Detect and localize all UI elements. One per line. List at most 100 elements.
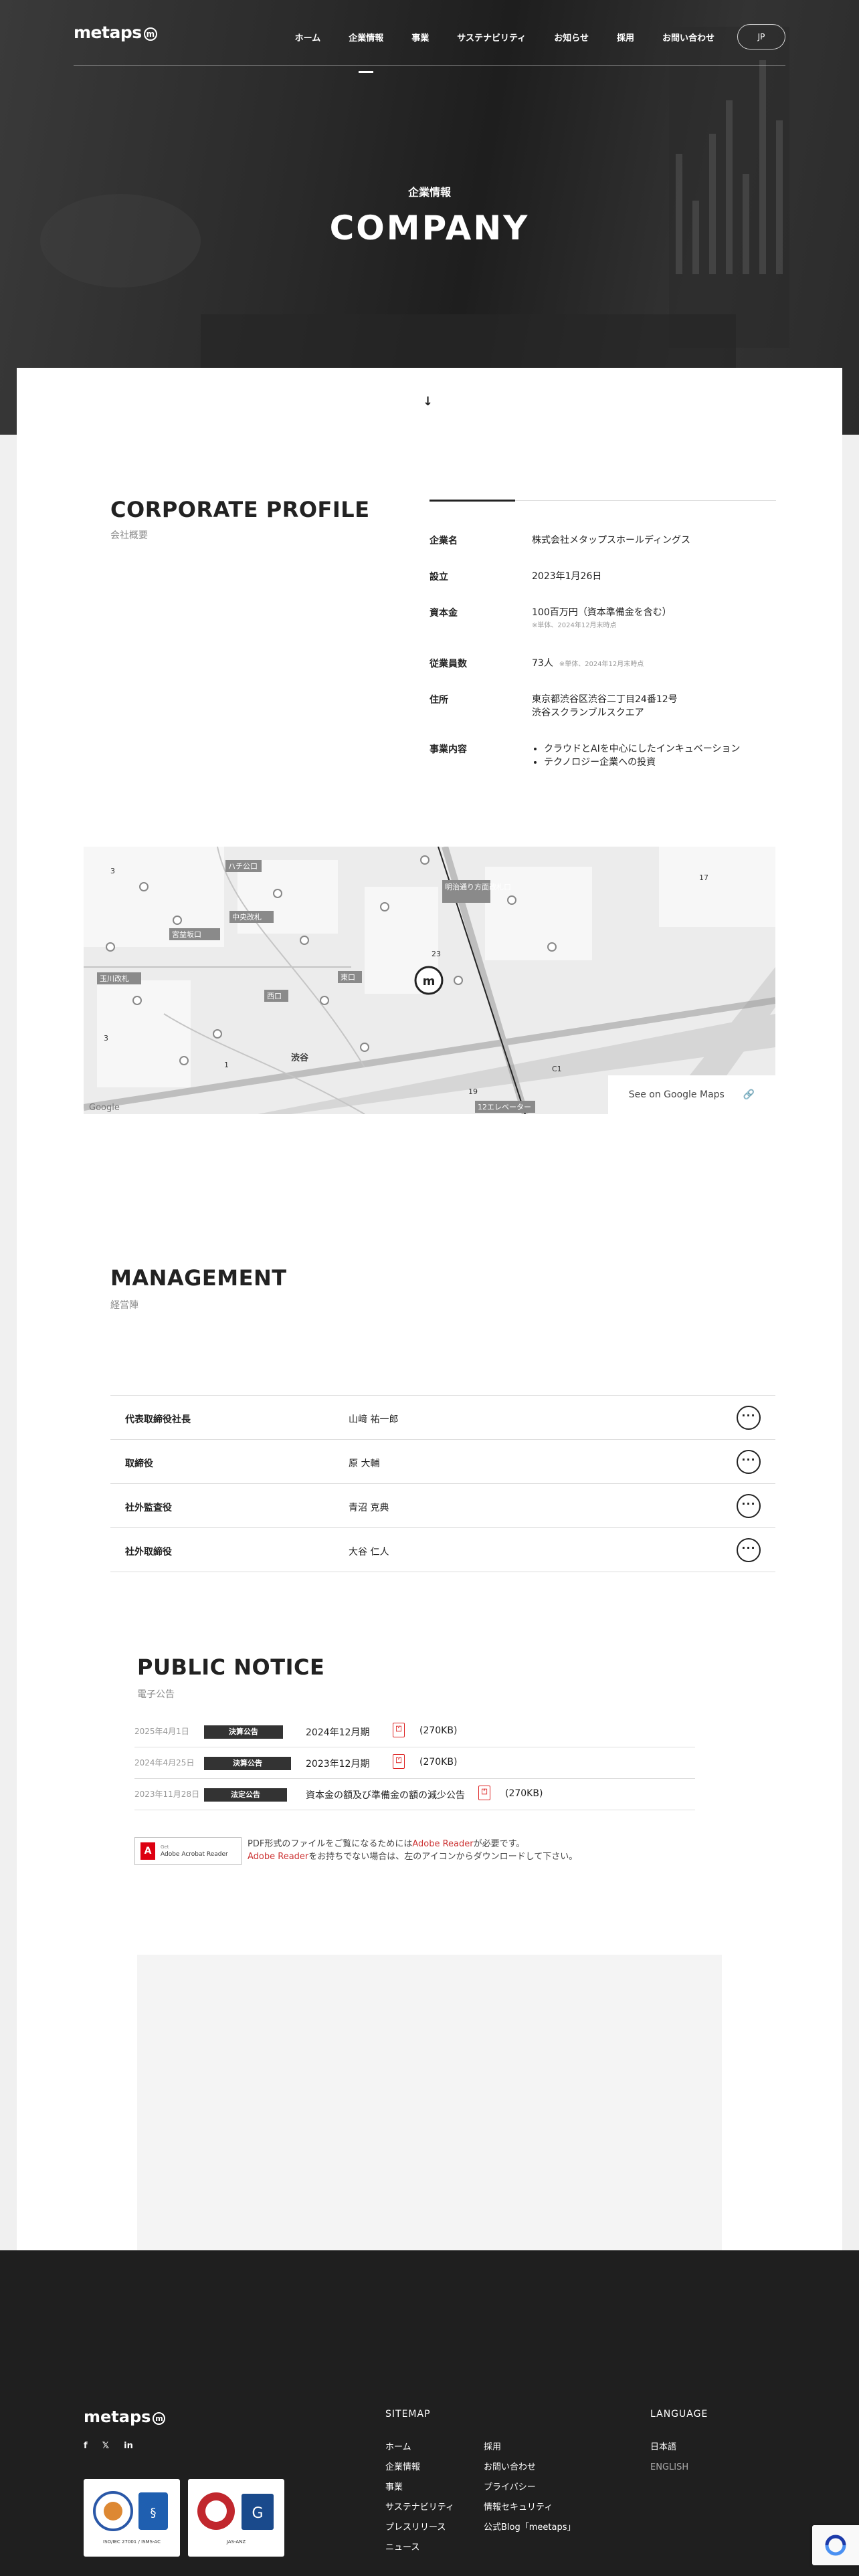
language-japanese[interactable]: 日本語 bbox=[650, 2438, 688, 2458]
hero-subtitle: 企業情報 bbox=[407, 186, 451, 199]
management-row[interactable]: 取締役 原 大輔 ··· bbox=[110, 1440, 775, 1484]
member-role: 代表取締役社長 bbox=[125, 1414, 191, 1425]
profile-title: CORPORATE PROFILE bbox=[110, 497, 370, 522]
footer-link[interactable]: 企業情報 bbox=[385, 2458, 454, 2478]
content-placeholder bbox=[137, 1955, 722, 2262]
see-on-google-maps-button[interactable]: See on Google Maps 🔗 bbox=[608, 1075, 775, 1114]
notice-row[interactable]: 2023年11月28日 法定公告 資本金の額及び準備金の額の減少公告 ⏍ (27… bbox=[134, 1779, 695, 1810]
language-list: 日本語 ENGLISH bbox=[650, 2438, 688, 2478]
svg-text:3: 3 bbox=[110, 867, 115, 875]
member-name: 青沼 克典 bbox=[349, 1503, 389, 1513]
member-role: 取締役 bbox=[125, 1459, 153, 1469]
footer-link[interactable]: 事業 bbox=[385, 2478, 454, 2498]
footer-link[interactable]: お問い合わせ bbox=[484, 2458, 575, 2478]
footer-link[interactable]: 公式Blog「meetaps」 bbox=[484, 2518, 575, 2538]
adobe-reader-link[interactable]: Adobe Reader bbox=[412, 1839, 473, 1849]
google-logo: Google bbox=[89, 1103, 120, 1113]
facebook-icon[interactable]: f bbox=[84, 2441, 88, 2451]
management-subtitle: 経営陣 bbox=[110, 1300, 138, 1311]
nav-links: ホーム 企業情報 事業 サステナビリティ お知らせ 採用 お問い合わせ JP bbox=[267, 24, 785, 49]
more-icon[interactable]: ··· bbox=[737, 1494, 761, 1518]
map-label: 12エレベーター bbox=[478, 1103, 531, 1111]
pdf-icon: ⏍ bbox=[478, 1786, 490, 1800]
footer-logo[interactable]: metaps m bbox=[84, 2407, 166, 2426]
svg-text:G: G bbox=[252, 2505, 263, 2522]
recaptcha-badge[interactable] bbox=[812, 2525, 859, 2565]
business-item: クラウドとAIを中心にしたインキュベーション bbox=[544, 742, 779, 756]
map-label: 渋谷 bbox=[291, 1053, 309, 1063]
notice-subtitle: 電子公告 bbox=[137, 1689, 175, 1700]
management-title: MANAGEMENT bbox=[110, 1265, 287, 1291]
nav-news[interactable]: お知らせ bbox=[554, 31, 589, 43]
profile-subtitle: 会社概要 bbox=[110, 530, 148, 541]
notice-row[interactable]: 2025年4月1日 決算公告 2024年12月期 ⏍ (270KB) bbox=[134, 1716, 695, 1747]
footer-link[interactable]: 採用 bbox=[484, 2438, 575, 2458]
notice-date: 2025年4月1日 bbox=[134, 1727, 189, 1736]
member-role: 社外取締役 bbox=[125, 1547, 172, 1558]
svg-text:3: 3 bbox=[104, 1034, 108, 1043]
more-icon[interactable]: ··· bbox=[737, 1538, 761, 1562]
footer-link[interactable]: プレスリリース bbox=[385, 2518, 454, 2538]
profile-divider-accent bbox=[430, 500, 515, 502]
adobe-reader-download-button[interactable]: A Get Adobe Acrobat Reader bbox=[134, 1837, 242, 1865]
notice-size: (270KB) bbox=[419, 1725, 458, 1736]
notice-link[interactable]: 2023年12月期 bbox=[306, 1757, 369, 1770]
nav-company[interactable]: 企業情報 bbox=[349, 31, 383, 43]
footer-link[interactable]: 情報セキュリティ bbox=[484, 2498, 575, 2518]
notice-date: 2024年4月25日 bbox=[134, 1758, 195, 1767]
management-row[interactable]: 社外取締役 大谷 仁人 ··· bbox=[110, 1528, 775, 1572]
map-label: 東口 bbox=[341, 973, 355, 982]
capital-note: ※単体、2024年12月末時点 bbox=[532, 622, 617, 629]
notice-tag: 法定公告 bbox=[204, 1788, 287, 1802]
adobe-icon: A bbox=[140, 1842, 155, 1860]
pdf-icon: ⏍ bbox=[393, 1754, 405, 1769]
footer-link[interactable]: ホーム bbox=[385, 2438, 454, 2458]
management-row[interactable]: 社外監査役 青沼 克典 ··· bbox=[110, 1484, 775, 1528]
notice-tag: 決算公告 bbox=[204, 1757, 291, 1770]
notice-link[interactable]: 2024年12月期 bbox=[306, 1725, 369, 1739]
more-icon[interactable]: ··· bbox=[737, 1406, 761, 1430]
svg-text:17: 17 bbox=[699, 873, 708, 882]
down-arrow-icon[interactable]: ↓ bbox=[423, 395, 433, 409]
nav-home[interactable]: ホーム bbox=[295, 31, 321, 43]
notice-link[interactable]: 資本金の額及び準備金の額の減少公告 bbox=[306, 1788, 465, 1802]
nav-sustainability[interactable]: サステナビリティ bbox=[457, 31, 526, 43]
office-map[interactable]: ハチ公口 宮益坂口 明治通り方面改札口 渋谷 玉川改札 中央改札 西口 東口 1… bbox=[84, 847, 775, 1114]
language-english[interactable]: ENGLISH bbox=[650, 2458, 688, 2478]
nav-business[interactable]: 事業 bbox=[411, 31, 429, 43]
member-name: 原 大輔 bbox=[349, 1459, 380, 1469]
map-label: 明治通り方面改札口 bbox=[445, 882, 511, 891]
metaps-logo[interactable]: metaps m bbox=[74, 23, 157, 42]
isms-logo-icon: § bbox=[93, 2491, 168, 2531]
nav-contact[interactable]: お問い合わせ bbox=[662, 31, 714, 43]
twitter-icon[interactable]: 𝕏 bbox=[102, 2441, 109, 2451]
social-links: f 𝕏 in bbox=[84, 2441, 148, 2451]
notice-row[interactable]: 2024年4月25日 決算公告 2023年12月期 ⏍ (270KB) bbox=[134, 1747, 695, 1779]
linkedin-icon[interactable]: in bbox=[124, 2441, 133, 2451]
pdf-icon: ⏍ bbox=[393, 1723, 405, 1737]
svg-text:19: 19 bbox=[468, 1087, 478, 1096]
employees-note: ※単体、2024年12月末時点 bbox=[559, 661, 644, 668]
member-name: 山﨑 祐一郎 bbox=[349, 1414, 399, 1425]
map-label: ハチ公口 bbox=[228, 862, 258, 871]
adobe-note: PDF形式のファイルをご覧になるためにはAdobe Readerが必要です。 A… bbox=[248, 1839, 578, 1862]
sitemap-title: SITEMAP bbox=[385, 2409, 431, 2420]
business-item: テクノロジー企業への投資 bbox=[544, 756, 779, 769]
more-icon[interactable]: ··· bbox=[737, 1450, 761, 1474]
site-footer: metaps m f 𝕏 in § ISO/IEC 27001 / ISMS-AC… bbox=[0, 2250, 859, 2576]
notice-date: 2023年11月28日 bbox=[134, 1790, 200, 1799]
footer-link[interactable]: サステナビリティ bbox=[385, 2498, 454, 2518]
management-row[interactable]: 代表取締役社長 山﨑 祐一郎 ··· bbox=[110, 1396, 775, 1440]
nav-recruit[interactable]: 採用 bbox=[617, 31, 634, 43]
global-nav: metaps m ホーム 企業情報 事業 サステナビリティ お知らせ 採用 お問い… bbox=[74, 20, 785, 66]
language-title: LANGUAGE bbox=[650, 2409, 708, 2420]
jas-anz-certification-badge: G JAS-ANZ bbox=[188, 2479, 284, 2557]
footer-link[interactable]: プライバシー bbox=[484, 2478, 575, 2498]
language-toggle-button[interactable]: JP bbox=[737, 24, 785, 49]
member-role: 社外監査役 bbox=[125, 1503, 172, 1513]
footer-link[interactable]: ニュース bbox=[385, 2538, 454, 2558]
sitemap-col-1: ホーム 企業情報 事業 サステナビリティ プレスリリース ニュース bbox=[385, 2438, 454, 2558]
recaptcha-icon bbox=[825, 2535, 846, 2556]
adobe-reader-link[interactable]: Adobe Reader bbox=[248, 1852, 308, 1862]
isms-certification-badge: § ISO/IEC 27001 / ISMS-AC bbox=[84, 2479, 180, 2557]
